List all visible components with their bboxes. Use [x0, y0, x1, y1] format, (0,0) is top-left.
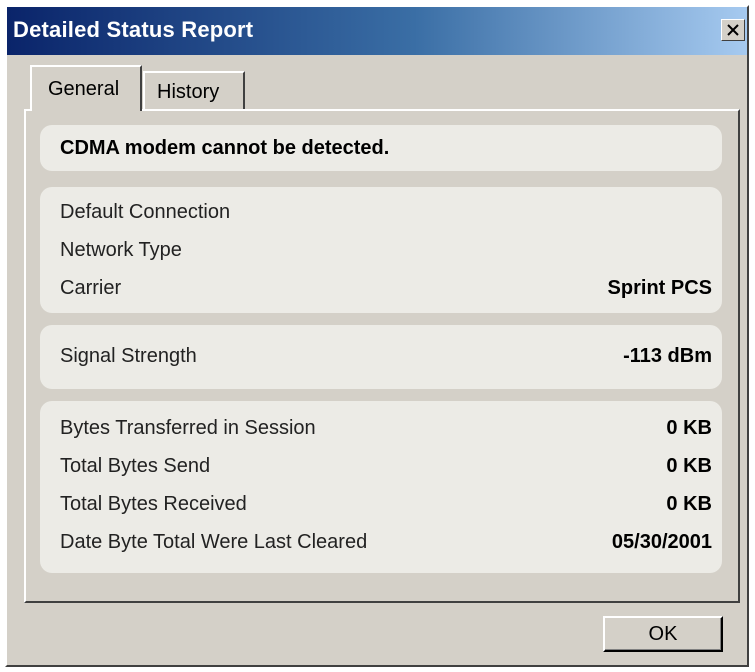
signal-strength-value: -113 dBm [623, 345, 712, 367]
network-type-row: Network Type [60, 239, 712, 265]
bytes-session-label: Bytes Transferred in Session [60, 417, 316, 439]
carrier-label: Carrier [60, 277, 122, 299]
bytes-session-value: 0 KB [666, 417, 712, 439]
carrier-value: Sprint PCS [607, 277, 712, 299]
bytes-received-value: 0 KB [666, 493, 712, 515]
default-connection-row: Default Connection [60, 201, 712, 227]
bytes-received-label: Total Bytes Received [60, 493, 247, 515]
default-connection-label: Default Connection [60, 201, 231, 223]
close-icon [727, 24, 739, 36]
carrier-row: Carrier Sprint PCS [60, 277, 712, 303]
last-cleared-value: 05/30/2001 [611, 531, 712, 553]
close-button[interactable] [721, 19, 745, 41]
general-tab-panel: CDMA modem cannot be detected. Default C… [24, 109, 740, 603]
ok-button[interactable]: OK [603, 616, 723, 652]
signal-group: Signal Strength -113 dBm [40, 325, 722, 389]
bytes-sent-value: 0 KB [666, 455, 712, 477]
tab-history-label: History [157, 81, 220, 103]
bytes-sent-row: Total Bytes Send 0 KB [60, 455, 712, 481]
last-cleared-label: Date Byte Total Were Last Cleared [60, 531, 368, 553]
title-bar[interactable]: Detailed Status Report [7, 7, 747, 55]
last-cleared-row: Date Byte Total Were Last Cleared 05/30/… [60, 531, 712, 557]
status-message: CDMA modem cannot be detected. [60, 137, 390, 159]
status-report-dialog: Detailed Status Report General History C… [5, 5, 749, 667]
network-type-label: Network Type [60, 239, 182, 261]
tab-general[interactable]: General [30, 65, 142, 111]
window-title: Detailed Status Report [13, 17, 254, 42]
bytes-sent-label: Total Bytes Send [60, 455, 211, 477]
bytes-group: Bytes Transferred in Session 0 KB Total … [40, 401, 722, 573]
tab-general-label: General [48, 78, 120, 100]
status-group: CDMA modem cannot be detected. [40, 125, 722, 171]
bytes-session-row: Bytes Transferred in Session 0 KB [60, 417, 712, 443]
bytes-received-row: Total Bytes Received 0 KB [60, 493, 712, 519]
connection-group: Default Connection Network Type Carrier … [40, 187, 722, 313]
signal-strength-label: Signal Strength [60, 345, 197, 367]
signal-strength-row: Signal Strength -113 dBm [60, 345, 712, 371]
tab-history[interactable]: History [143, 71, 245, 109]
